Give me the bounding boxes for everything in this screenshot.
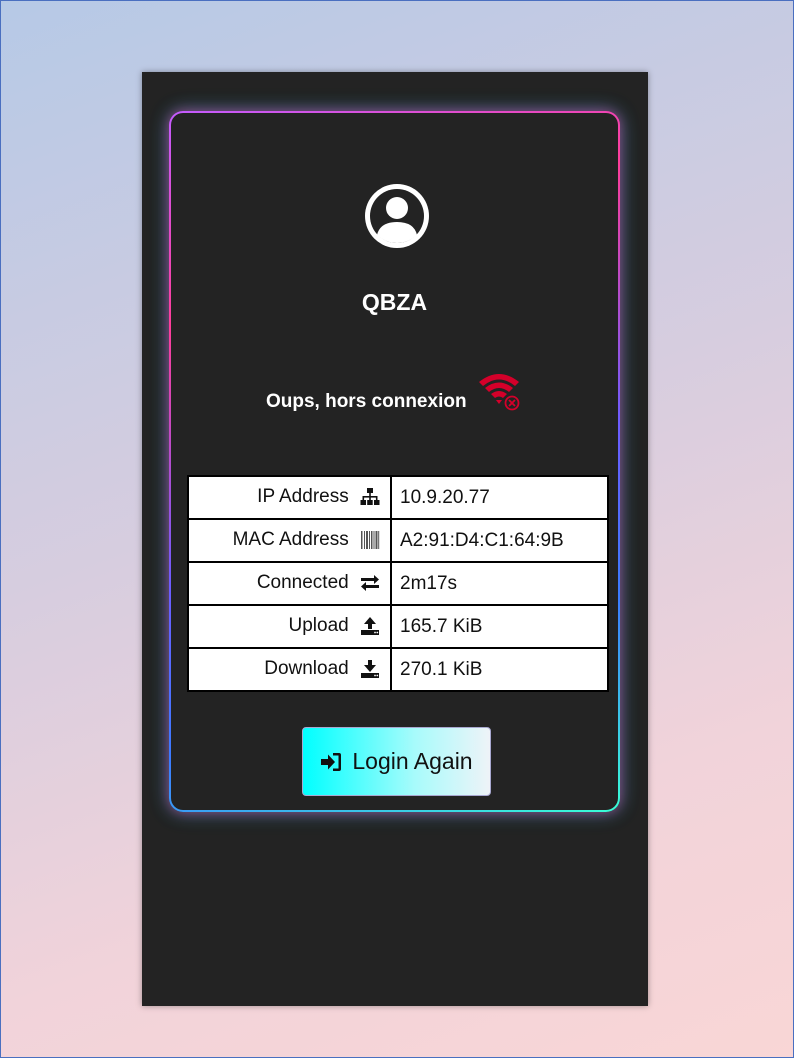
sitemap-icon (360, 488, 380, 506)
portal-panel: QBZA Oups, hors connexion IP Address 10.… (142, 72, 648, 1006)
login-again-button[interactable]: Login Again (302, 727, 491, 796)
row-label-cell: Connected (187, 561, 392, 606)
upload-value: 165.7 KiB (390, 604, 609, 649)
connection-status: Oups, hors connexion (171, 374, 618, 426)
status-card-body: QBZA Oups, hors connexion IP Address 10.… (171, 113, 618, 810)
mac-address-label: MAC Address (232, 529, 349, 551)
user-circle-icon (365, 184, 429, 248)
connected-label: Connected (256, 572, 349, 594)
table-row: Upload 165.7 KiB (187, 604, 609, 649)
row-label-cell: Upload (187, 604, 392, 649)
download-label: Download (264, 658, 349, 680)
barcode-icon (361, 531, 380, 550)
upload-icon (361, 617, 379, 636)
login-again-label: Login Again (352, 748, 473, 774)
table-row: MAC Address A2:91:D4:C1:64:9B (187, 518, 609, 563)
exchange-icon (361, 575, 379, 592)
connected-value: 2m17s (390, 561, 609, 606)
ip-address-label: IP Address (257, 486, 349, 508)
username: QBZA (361, 289, 428, 315)
wifi-off-icon (479, 374, 521, 411)
mac-address-value: A2:91:D4:C1:64:9B (390, 518, 609, 563)
row-label-cell: Download (187, 647, 392, 692)
connection-info-table: IP Address 10.9.20.77 MAC Address A2:91:… (187, 475, 609, 692)
status-message: Oups, hors connexion (265, 391, 467, 412)
ip-address-value: 10.9.20.77 (390, 475, 609, 520)
status-card: QBZA Oups, hors connexion IP Address 10.… (169, 111, 620, 812)
table-row: Connected 2m17s (187, 561, 609, 606)
table-row: Download 270.1 KiB (187, 647, 609, 692)
download-icon (361, 660, 379, 679)
table-row: IP Address 10.9.20.77 (187, 475, 609, 520)
download-value: 270.1 KiB (390, 647, 609, 692)
row-label-cell: IP Address (187, 475, 392, 520)
upload-label: Upload (288, 615, 349, 637)
row-label-cell: MAC Address (187, 518, 392, 563)
sign-in-icon (321, 752, 342, 771)
